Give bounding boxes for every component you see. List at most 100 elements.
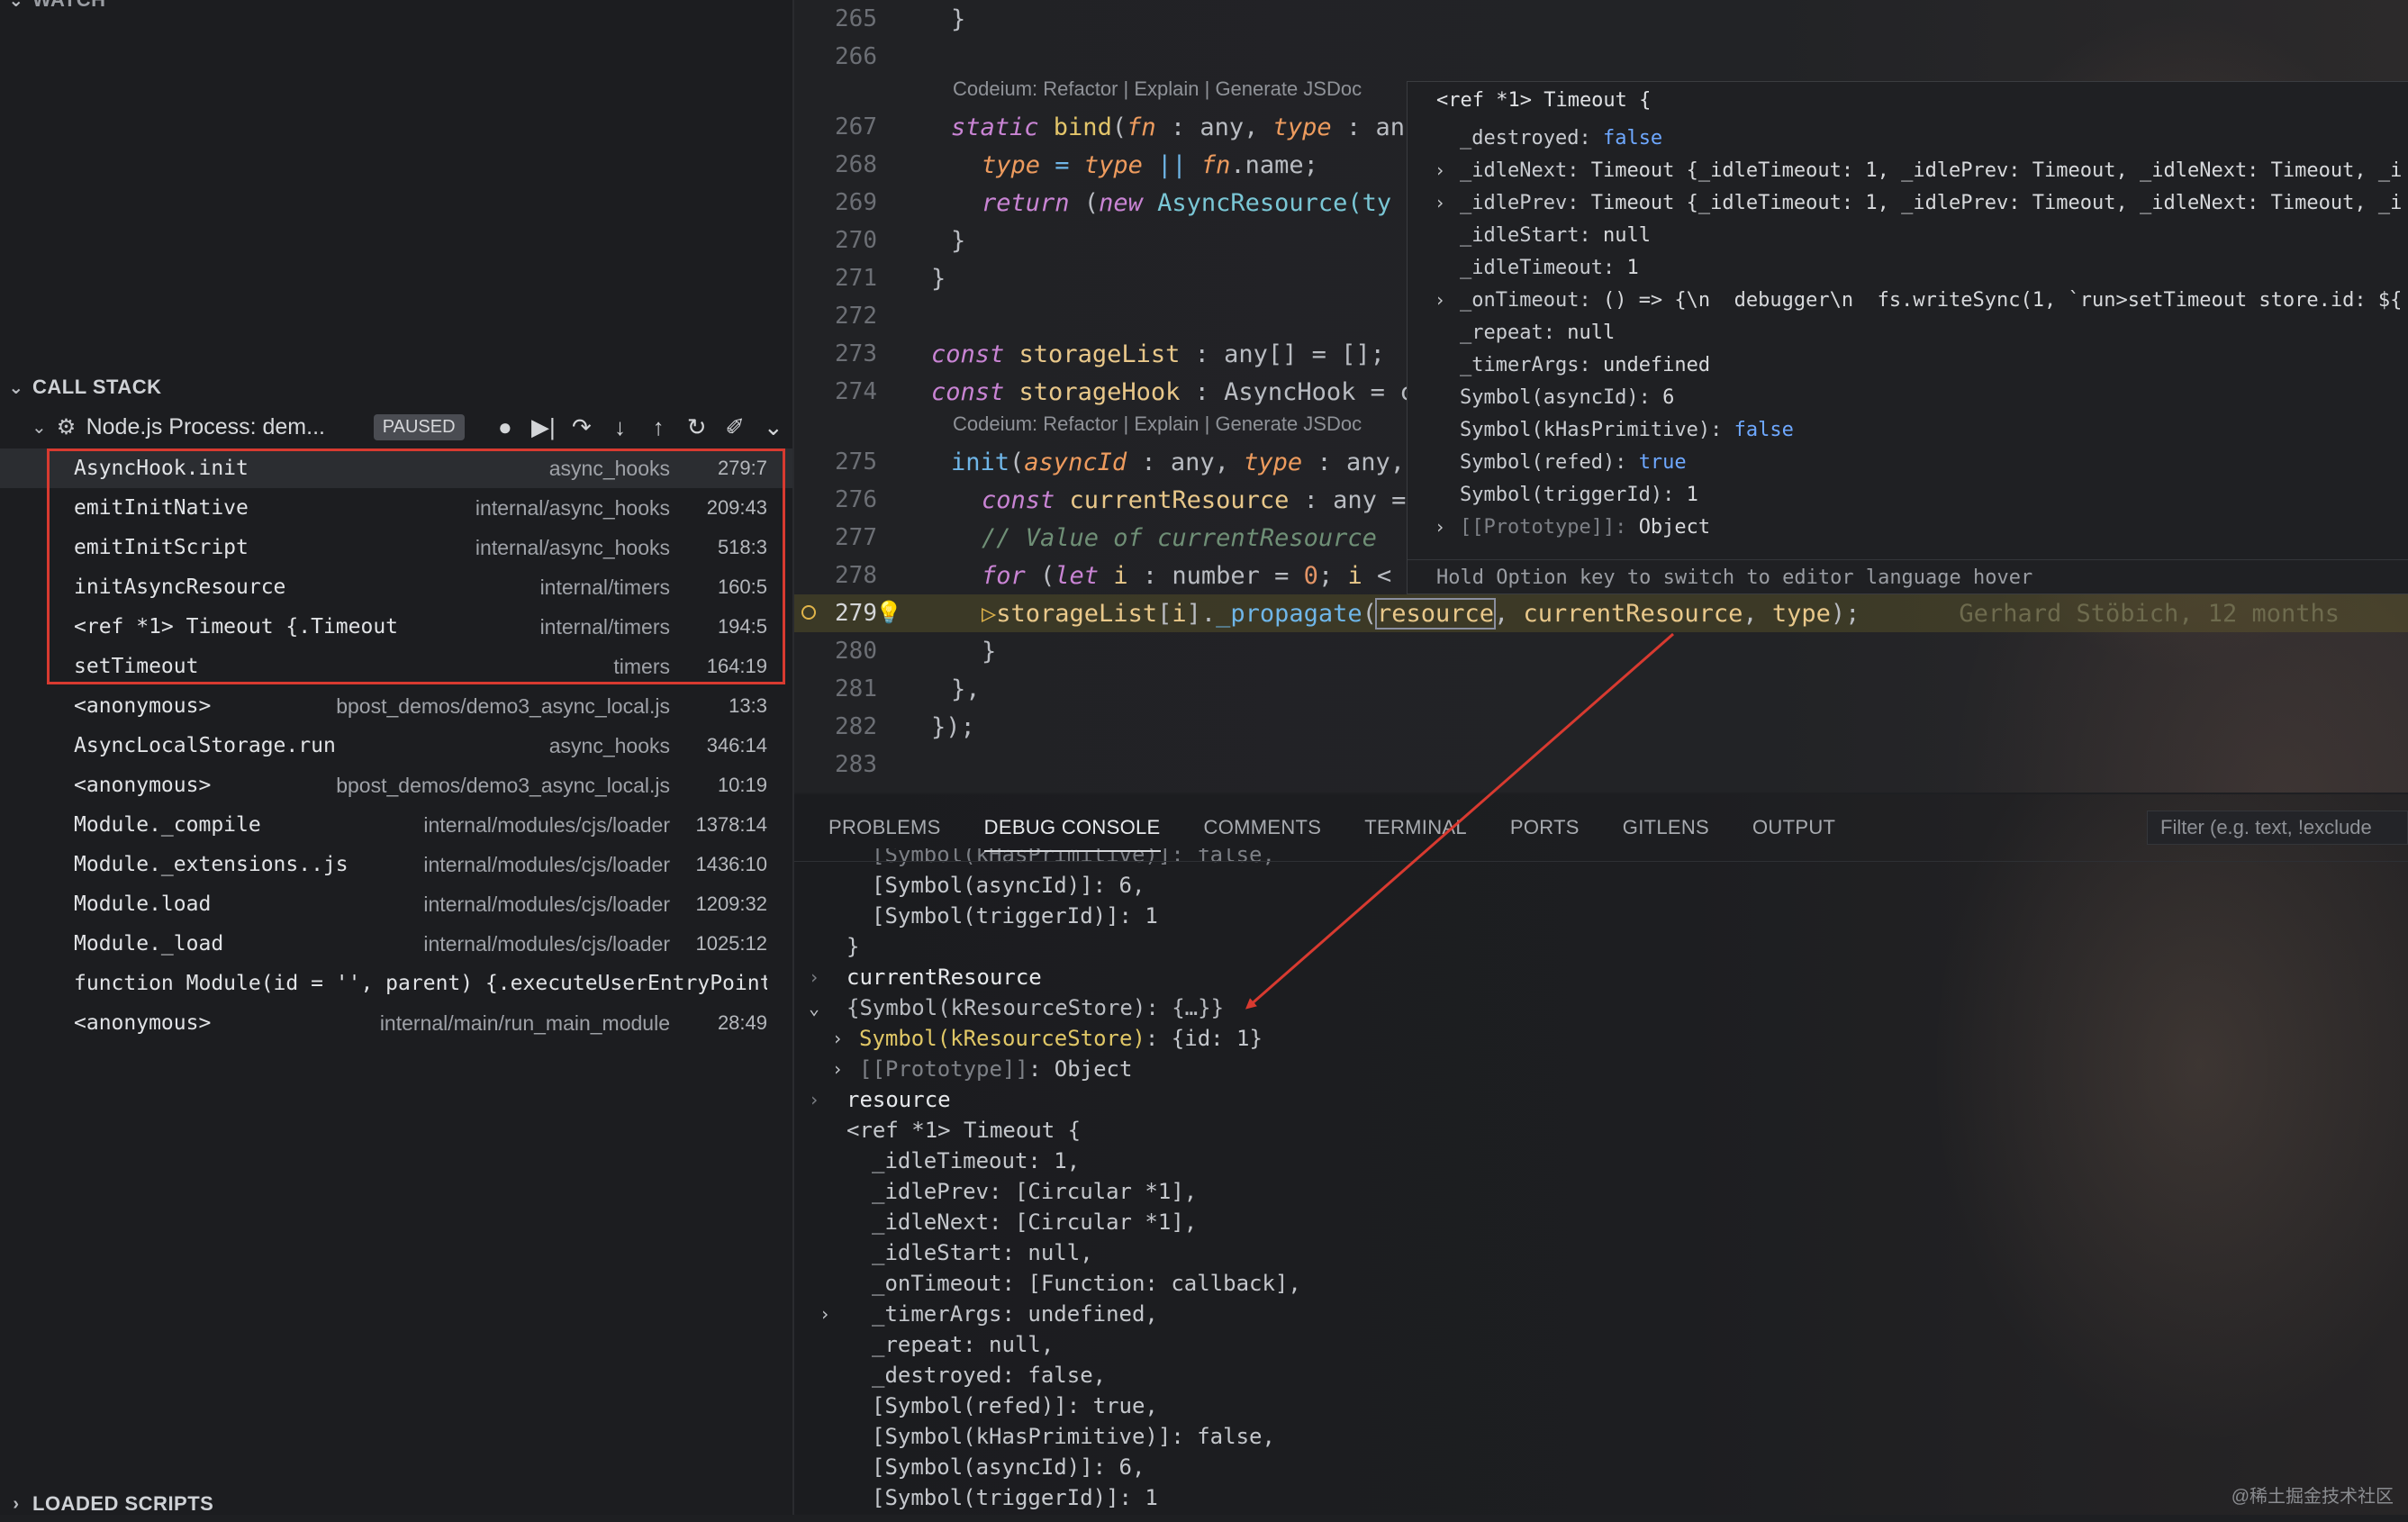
console-input-echo[interactable]: › currentResource: [809, 962, 1042, 992]
hover-property-row[interactable]: › [[Prototype]]: Object: [1435, 511, 1710, 543]
line-number: 281: [835, 675, 877, 702]
chevron-down-icon[interactable]: ⌄: [809, 997, 819, 1019]
frame-function-name: emitInitScript: [74, 536, 249, 559]
hover-title: <ref *1> Timeout {: [1436, 89, 1652, 112]
call-stack-frame[interactable]: emitInitScript internal/async_hooks 518:3: [0, 528, 792, 567]
loaded-scripts-section-header[interactable]: › LOADED SCRIPTS: [0, 1486, 792, 1522]
continue-icon[interactable]: ▶|: [524, 413, 563, 441]
hover-property-key: _timerArgs:: [1460, 353, 1603, 376]
hover-property-key: _idleTimeout:: [1460, 256, 1627, 279]
punct: (: [1083, 188, 1100, 217]
loaded-scripts-label: LOADED SCRIPTS: [32, 1492, 214, 1515]
callstack-section-header[interactable]: ⌄ CALL STACK: [0, 369, 792, 405]
chevron-right-icon[interactable]: ›: [1435, 516, 1460, 538]
disconnect-icon[interactable]: ✐: [716, 413, 755, 441]
call-stack-frame[interactable]: Module.load internal/modules/cjs/loader 12…: [0, 884, 792, 924]
codeium-codelens[interactable]: Codeium: Refactor | Explain | Generate J…: [953, 77, 1362, 104]
call-stack-frame[interactable]: Module._compile internal/modules/cjs/load…: [0, 805, 792, 845]
callstack-section-label: CALL STACK: [32, 376, 162, 398]
console-filter-input[interactable]: Filter (e.g. text, !exclude: [2147, 811, 2408, 845]
panel-tab-problems[interactable]: PROBLEMS: [828, 794, 941, 861]
console-line: _idleStart: null,: [872, 1240, 1093, 1265]
call-stack-frame[interactable]: <ref *1> Timeout {.Timeout internal/timer…: [0, 607, 792, 647]
keyword: static: [951, 113, 1054, 141]
process-row[interactable]: ⌄ ⚙ Node.js Process: dem... PAUSED ● ▶| …: [0, 407, 792, 447]
watch-section-header[interactable]: ⌄ WATCH: [0, 0, 792, 18]
step-into-icon[interactable]: ↓: [601, 413, 639, 441]
chevron-right-icon[interactable]: ›: [819, 1303, 830, 1325]
call-stack-frame[interactable]: AsyncLocalStorage.run async_hooks 346:14: [0, 726, 792, 766]
console-input-echo[interactable]: › resource: [809, 1084, 951, 1115]
chevron-right-icon[interactable]: ›: [1435, 159, 1460, 181]
code-line-279-current[interactable]: 279 💡 ▷storageList[i]._propagate(resourc…: [794, 594, 2408, 632]
chevron-right-icon: ›: [13, 1493, 20, 1514]
panel-tab-ports[interactable]: PORTS: [1510, 794, 1580, 861]
step-out-icon[interactable]: ↑: [639, 413, 678, 441]
panel-tab-debug-console[interactable]: DEBUG CONSOLE: [983, 794, 1161, 861]
console-object-root[interactable]: ⌄ {Symbol(kResourceStore): {…}}: [809, 992, 1224, 1023]
panel-tab-comments[interactable]: COMMENTS: [1204, 794, 1322, 861]
console-object-child[interactable]: › Symbol(kResourceStore): {id: 1}: [832, 1023, 1263, 1054]
hover-property-row[interactable]: › _idleNext: Timeout {_idleTimeout: 1, _i…: [1435, 154, 2402, 186]
chevron-right-icon[interactable]: ›: [832, 1028, 843, 1049]
frame-position: 518:3: [717, 536, 767, 558]
panel-tab-output[interactable]: OUTPUT: [1752, 794, 1835, 861]
code-line-281[interactable]: 281 },: [794, 670, 2408, 708]
code-line-283[interactable]: 283: [794, 746, 2408, 784]
call-stack-frame[interactable]: function Module(id = '', parent) {.execu…: [0, 964, 792, 1003]
hover-property-row: Symbol(triggerId): 1: [1435, 478, 1698, 511]
line-number: 273: [835, 340, 877, 367]
restart-icon[interactable]: ↻: [677, 413, 716, 441]
frame-function-name: Module._load: [74, 932, 224, 956]
frame-position: 194:5: [717, 615, 767, 638]
frame-position: 1378:14: [695, 813, 767, 836]
frame-function-name: <anonymous>: [74, 774, 212, 797]
code-line-265[interactable]: 265 }: [794, 0, 2408, 38]
call-stack-frame[interactable]: setTimeout timers 164:19: [0, 647, 792, 686]
code-line-280[interactable]: 280 }: [794, 632, 2408, 670]
code-text: }: [951, 5, 966, 33]
variable: storageList: [996, 599, 1158, 628]
codeium-codelens[interactable]: Codeium: Refactor | Explain | Generate J…: [953, 412, 1362, 439]
frame-position: 209:43: [706, 496, 767, 519]
chevron-right-icon[interactable]: ›: [1435, 289, 1460, 311]
call-stack-frame[interactable]: Module._load internal/modules/cjs/loader 1…: [0, 924, 792, 964]
breakpoint-icon[interactable]: [801, 605, 816, 620]
call-stack-frame[interactable]: AsyncHook.init async_hooks 279:7: [0, 448, 792, 488]
debug-hover-widget[interactable]: <ref *1> Timeout { _destroyed: false › _id…: [1407, 81, 2408, 594]
step-over-icon[interactable]: ↷: [563, 413, 602, 441]
call-stack-frame[interactable]: Module._extensions..js internal/modules/c…: [0, 845, 792, 884]
hover-property-row[interactable]: › _idlePrev: Timeout {_idleTimeout: 1, _i…: [1435, 186, 2402, 219]
more-chevron-icon[interactable]: ⌄: [754, 413, 792, 441]
code-line-266[interactable]: 266: [794, 38, 2408, 76]
variable: storageHook: [1018, 377, 1181, 406]
hover-property-row: _idleStart: null: [1435, 219, 1651, 251]
hover-footer-hint: Hold Option key to switch to editor lang…: [1408, 559, 2408, 593]
param: type: [1244, 448, 1303, 476]
hover-property-value: 1: [1626, 256, 1639, 279]
lightbulb-icon[interactable]: 💡: [875, 600, 902, 625]
call-stack-frame[interactable]: initAsyncResource internal/timers 160:5: [0, 567, 792, 607]
code-comment: // Value of currentResource: [982, 523, 1377, 552]
stop-record-icon[interactable]: ●: [486, 413, 525, 441]
console-line: [Symbol(triggerId)]: 1: [872, 903, 1158, 929]
call-stack-frame[interactable]: <anonymous> internal/main/run_main_module…: [0, 1003, 792, 1043]
call-stack-frame[interactable]: <anonymous> bpost_demos/demo3_async_local…: [0, 686, 792, 726]
chevron-right-icon[interactable]: ›: [832, 1058, 843, 1080]
panel-tab-gitlens[interactable]: GITLENS: [1623, 794, 1709, 861]
code-line-282[interactable]: 282 });: [794, 708, 2408, 746]
chevron-right-icon[interactable]: ›: [1435, 192, 1460, 213]
call-stack-frame[interactable]: <anonymous> bpost_demos/demo3_async_local…: [0, 766, 792, 805]
debug-console-output[interactable]: [Symbol(kHasPrimitive)]: false, [Symbol(…: [794, 848, 2408, 1515]
hover-property-row[interactable]: › _onTimeout: () => {\n debugger\n fs.wri…: [1435, 284, 2402, 316]
line-number: 268: [835, 151, 877, 178]
frame-function-name: Module._compile: [74, 813, 261, 837]
hover-property-key: Symbol(refed):: [1460, 450, 1639, 474]
call-stack-frame[interactable]: emitInitNative internal/async_hooks 209:43: [0, 488, 792, 528]
console-object-child[interactable]: › [[Prototype]]: Object: [832, 1054, 1132, 1084]
hover-property-key: _onTimeout:: [1460, 288, 1603, 312]
panel-tab-terminal[interactable]: TERMINAL: [1364, 794, 1467, 861]
hovered-word-resource[interactable]: resource: [1374, 597, 1497, 630]
console-line: <ref *1> Timeout {: [846, 1118, 1082, 1143]
current-frame-arrow-icon: ▷: [982, 599, 997, 628]
